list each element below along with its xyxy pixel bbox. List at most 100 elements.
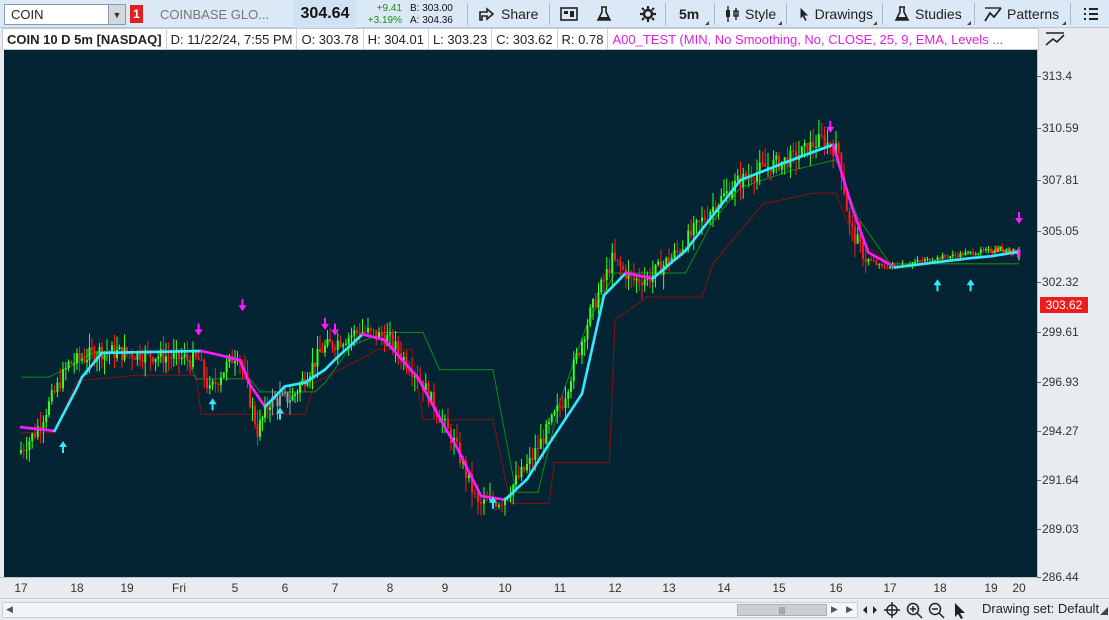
settings-button[interactable] [633,0,663,28]
scroll-left-icon[interactable]: ◀ [6,604,13,615]
horizontal-scrollbar[interactable]: ◀ ||| ▶ ▶ [2,602,858,618]
price-chart[interactable] [4,50,1037,577]
candle-body [987,248,990,250]
candle-body [299,384,301,393]
candle-body [141,360,144,363]
scroll-end-icon[interactable]: ▶ [846,604,853,615]
time-tick-label: 9 [441,581,449,595]
symbol-input[interactable]: COIN ▼ [4,4,126,25]
candle-body [28,441,31,451]
candle-body [880,263,883,267]
candle-body [926,258,929,260]
time-tick-label: 18 [70,581,84,595]
candle-body [222,372,225,378]
timeframe-button[interactable]: 5m [673,0,711,28]
candle-body [956,255,959,258]
strategy-lab-button[interactable] [590,0,618,28]
time-tick-label: 19 [984,581,998,595]
menu-button[interactable] [1076,0,1106,28]
candle-body [526,463,528,471]
candle-body [553,411,556,415]
candle-body [561,406,564,408]
candle-body [152,357,154,363]
candle-body [837,143,840,153]
pan-arrows-icon[interactable] [861,601,879,619]
candle-body [977,253,980,255]
bottom-bar: ◀ ||| ▶ ▶ Drawing set: Default [0,598,1109,620]
price-tick-label: 307.81 [1037,172,1079,187]
crosshair-icon[interactable] [883,601,901,619]
time-axis[interactable]: 17 18 19 Fri 5 6 7 8 9 10 11 12 13 14 15 16 17 18 19 20 [0,577,1037,598]
style-label: Style [745,6,777,22]
patterns-button[interactable]: Patterns [978,0,1068,28]
candle-body [572,359,575,382]
chart-canvas[interactable] [4,50,1037,577]
drawing-set-dropdown-icon[interactable] [1100,605,1108,615]
candle-body [91,347,93,351]
candle-body [875,261,878,265]
candle-body [792,150,795,152]
main-toolbar: COIN ▼ 1 COINBASE GLO... 304.64 +9.41 +3… [0,0,1109,28]
sell-signal-arrow [238,299,247,312]
candle-body [643,279,646,286]
buy-signal-arrow [59,440,67,453]
candle-body [592,299,594,308]
candle-body [712,206,714,213]
studies-label: Studies [915,6,962,22]
candle-body [88,347,91,361]
time-tick-label: 6 [281,581,289,595]
share-button[interactable]: Share [472,0,544,28]
chart-symbol-label: COIN 10 D 5m [NASDAQ] [3,29,167,49]
candle-body [294,394,296,396]
candle-body [200,359,203,361]
bar-date: D: 11/22/24, 7:55 PM [167,29,298,49]
drawings-button[interactable]: Drawings [793,0,879,28]
last-price: 304.64 [294,0,356,28]
candle-body [817,134,820,147]
sell-signal-arrow [1015,211,1023,224]
candle-body [78,353,81,360]
collapse-panel [1040,28,1109,50]
scroll-thumb[interactable]: ||| [737,604,827,616]
scroll-right-icon[interactable]: ▶ [831,604,838,615]
candle-body [372,329,375,331]
zoom-in-icon[interactable] [905,601,923,619]
ma-line-segment [591,330,598,346]
candle-body [559,405,561,407]
symbol-dropdown-icon[interactable]: ▼ [108,5,125,24]
collapse-chart-icon[interactable] [1044,30,1066,48]
candle-body [20,449,22,454]
price-axis[interactable]: 303.62 313.4 310.59 307.81 305.05 302.32 299.… [1036,50,1109,584]
candle-body [364,332,367,334]
style-button[interactable]: Style [718,0,784,28]
candle-body [474,492,476,494]
flexible-grid-button[interactable] [553,0,585,28]
ma-line-segment [583,367,589,383]
candle-body [206,377,208,389]
candle-body [62,369,64,389]
candle-body [936,257,939,261]
candle-body [197,357,200,360]
candle-body [823,135,826,148]
studies-button[interactable]: Studies [888,0,973,28]
alert-badge[interactable]: 1 [130,5,143,23]
candle-body [665,257,668,266]
study-label[interactable]: A00_TEST (MIN, No Smoothing, No, CLOSE, … [608,29,1007,49]
pointer-icon[interactable] [951,601,969,619]
zoom-out-icon[interactable] [927,601,945,619]
candle-body [964,252,967,256]
candle-body [758,162,761,172]
candle-body [886,267,889,269]
time-tick-label: 14 [717,581,731,595]
drawing-set-selector[interactable]: Drawing set: Default [982,601,1099,616]
candle-body [984,249,987,251]
candle-body [848,211,851,224]
time-tick-label: 17 [14,581,28,595]
candle-body [673,250,676,258]
sell-signal-arrow [321,317,329,330]
change-percent: +3.19% [367,15,402,26]
candle-body [70,361,73,364]
candle-body [944,255,947,258]
patterns-label: Patterns [1007,6,1060,22]
time-tick-label: 7 [331,581,339,595]
